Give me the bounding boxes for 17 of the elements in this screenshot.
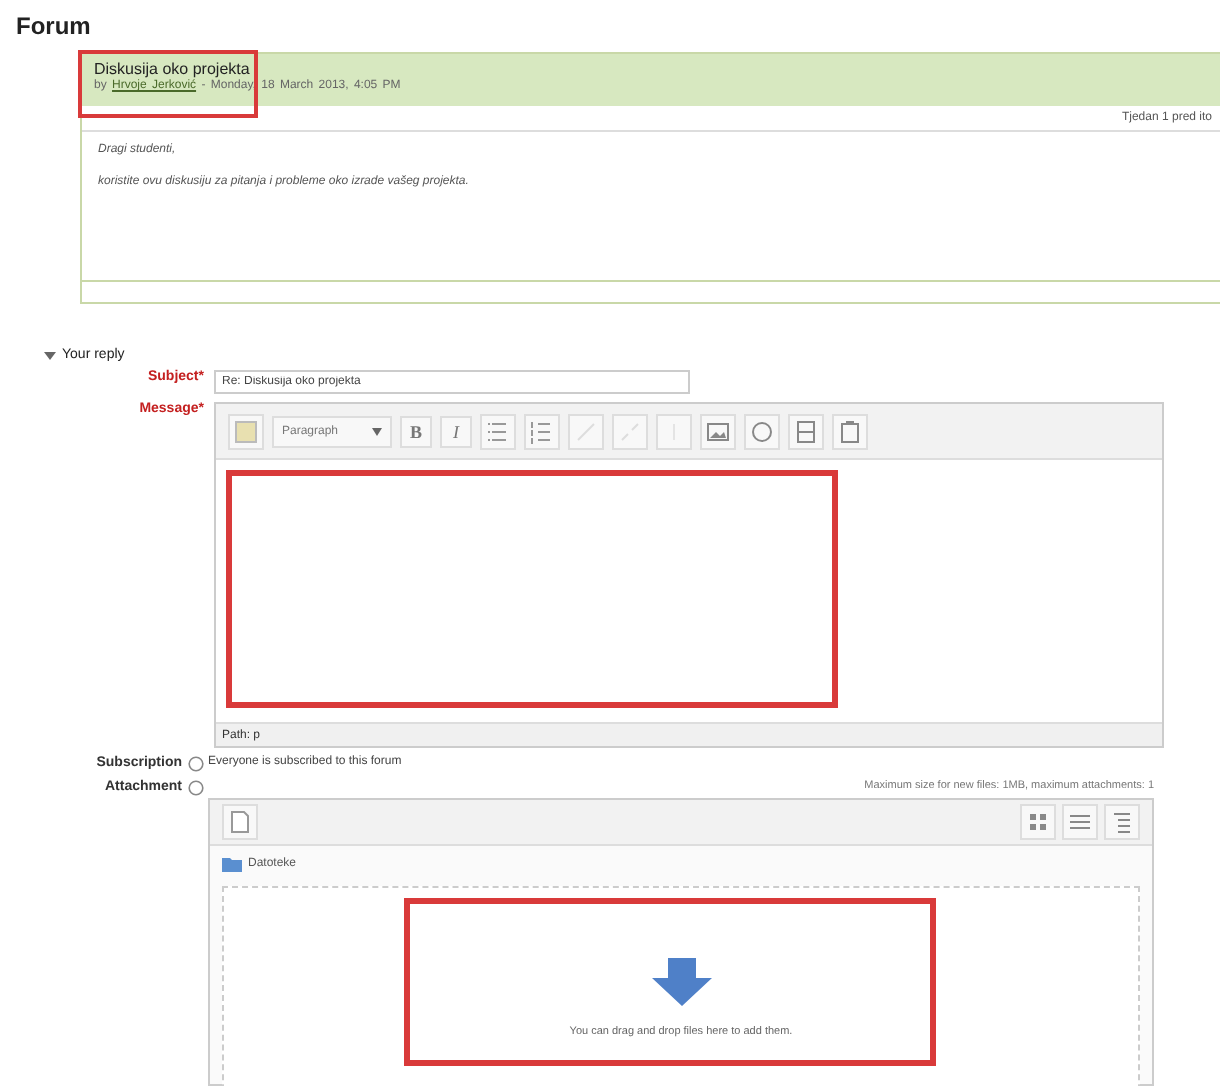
paste-icon[interactable] bbox=[832, 413, 868, 449]
icon-view-icon[interactable] bbox=[1020, 804, 1056, 840]
post-title: Diskusija oko projekta bbox=[94, 60, 252, 78]
down-arrow-icon bbox=[651, 958, 711, 1006]
collapse-icon[interactable] bbox=[44, 349, 56, 361]
image-icon[interactable] bbox=[700, 413, 736, 449]
page-title: Forum bbox=[14, 10, 93, 44]
toolbar-toggle-icon[interactable] bbox=[228, 413, 264, 449]
bulleted-list-icon[interactable] bbox=[480, 413, 516, 449]
caret-icon bbox=[372, 427, 382, 435]
numbered-list-icon[interactable] bbox=[524, 413, 560, 449]
add-file-icon[interactable] bbox=[222, 804, 258, 840]
bold-button[interactable]: B bbox=[400, 415, 432, 447]
tree-view-icon[interactable] bbox=[1104, 804, 1140, 840]
table-view-icon[interactable] bbox=[1062, 804, 1098, 840]
folder-icon[interactable] bbox=[222, 856, 242, 872]
italic-button[interactable]: I bbox=[440, 415, 472, 447]
